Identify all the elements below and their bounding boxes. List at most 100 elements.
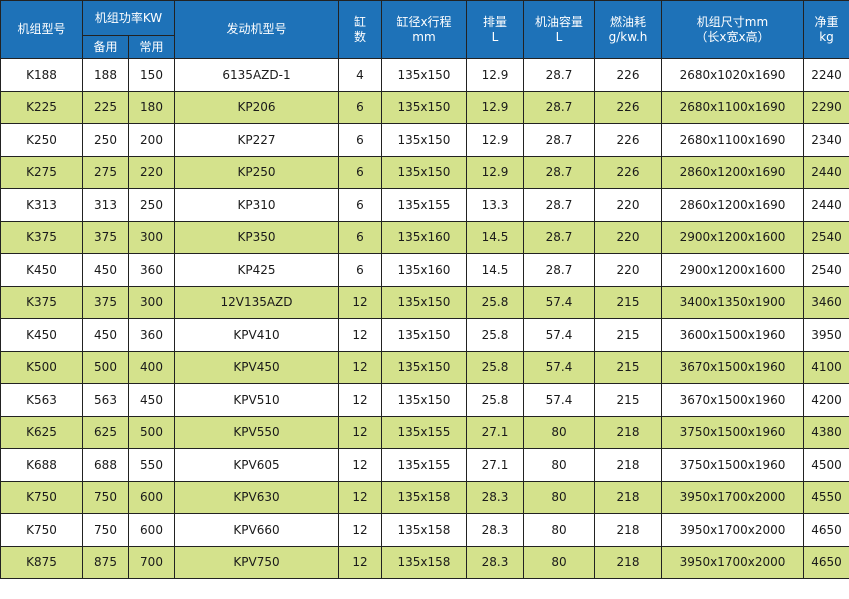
cell-fuel-consumption: 218 [594, 448, 662, 482]
cell-weight: 2440 [803, 188, 849, 222]
cell-fuel-consumption: 226 [594, 90, 662, 124]
header-displacement-line1: 排量 [482, 14, 507, 29]
cell-displacement: 27.1 [466, 448, 524, 482]
cell-cylinders: 12 [338, 285, 382, 319]
cell-bore-stroke: 135x155 [381, 448, 467, 482]
cell-displacement: 12.9 [466, 155, 524, 189]
cell-weight: 4100 [803, 350, 849, 384]
cell-oil-capacity: 57.4 [523, 383, 595, 417]
table-header: 机组型号 机组功率KW 发动机型号 缸 数 缸径x行程 mm 排量 L 机油容量… [0, 0, 849, 59]
header-prime: 常用 [128, 35, 175, 59]
cell-dimensions: 2900x1200x1600 [661, 220, 804, 254]
cell-bore-stroke: 135x155 [381, 188, 467, 222]
cell-prime-kw: 250 [128, 188, 175, 222]
cell-weight: 3950 [803, 318, 849, 352]
cell-cylinders: 6 [338, 90, 382, 124]
cell-standby-kw: 250 [82, 123, 129, 157]
cell-displacement: 27.1 [466, 415, 524, 449]
cell-standby-kw: 375 [82, 285, 129, 319]
cell-cylinders: 12 [338, 513, 382, 547]
header-fuel-consumption-line1: 燃油耗 [609, 14, 646, 29]
cell-displacement: 14.5 [466, 253, 524, 287]
cell-prime-kw: 150 [128, 58, 175, 92]
cell-displacement: 12.9 [466, 58, 524, 92]
cell-fuel-consumption: 220 [594, 220, 662, 254]
cell-model: K375 [0, 220, 83, 254]
cell-engine: KP250 [174, 155, 339, 189]
cell-standby-kw: 625 [82, 415, 129, 449]
cell-model: K563 [0, 383, 83, 417]
cell-standby-kw: 688 [82, 448, 129, 482]
cell-fuel-consumption: 218 [594, 480, 662, 514]
cell-weight: 2290 [803, 90, 849, 124]
cell-dimensions: 3400x1350x1900 [661, 285, 804, 319]
cell-prime-kw: 300 [128, 220, 175, 254]
cell-oil-capacity: 57.4 [523, 285, 595, 319]
header-engine: 发动机型号 [174, 0, 339, 59]
header-cylinders-line1: 缸 [353, 14, 366, 29]
cell-fuel-consumption: 215 [594, 350, 662, 384]
cell-model: K500 [0, 350, 83, 384]
cell-dimensions: 2680x1100x1690 [661, 123, 804, 157]
cell-weight: 4650 [803, 545, 849, 579]
cell-standby-kw: 500 [82, 350, 129, 384]
cell-prime-kw: 600 [128, 513, 175, 547]
cell-standby-kw: 875 [82, 545, 129, 579]
cell-dimensions: 2860x1200x1690 [661, 188, 804, 222]
header-fuel-consumption: 燃油耗 g/kw.h [594, 0, 662, 59]
cell-fuel-consumption: 218 [594, 513, 662, 547]
table-row: K563 563 450 KPV510 12 135x150 25.8 57.4 215 3670… [0, 383, 849, 417]
cell-dimensions: 3950x1700x2000 [661, 545, 804, 579]
cell-cylinders: 12 [338, 350, 382, 384]
cell-cylinders: 12 [338, 318, 382, 352]
cell-cylinders: 6 [338, 123, 382, 157]
cell-cylinders: 4 [338, 58, 382, 92]
cell-fuel-consumption: 226 [594, 58, 662, 92]
table-row: K375 375 300 12V135AZD 12 135x150 25.8 57.4 215 3… [0, 285, 849, 319]
cell-prime-kw: 450 [128, 383, 175, 417]
cell-cylinders: 6 [338, 155, 382, 189]
cell-bore-stroke: 135x150 [381, 350, 467, 384]
header-power-group: 机组功率KW [82, 0, 175, 36]
table-row: K750 750 600 KPV630 12 135x158 28.3 80 218 3950x1… [0, 480, 849, 514]
cell-prime-kw: 550 [128, 448, 175, 482]
cell-engine: KPV750 [174, 545, 339, 579]
table-row: K450 450 360 KP425 6 135x160 14.5 28.7 220 2900x1… [0, 253, 849, 287]
cell-standby-kw: 225 [82, 90, 129, 124]
cell-weight: 4380 [803, 415, 849, 449]
table-row: K875 875 700 KPV750 12 135x158 28.3 80 218 3950x1… [0, 545, 849, 579]
header-dimensions-line1: 机组尺寸mm [696, 14, 769, 29]
cell-oil-capacity: 57.4 [523, 350, 595, 384]
cell-prime-kw: 360 [128, 318, 175, 352]
cell-bore-stroke: 135x150 [381, 90, 467, 124]
cell-model: K275 [0, 155, 83, 189]
cell-dimensions: 2860x1200x1690 [661, 155, 804, 189]
table-row: K750 750 600 KPV660 12 135x158 28.3 80 218 3950x1… [0, 513, 849, 547]
cell-engine: KP310 [174, 188, 339, 222]
header-oil-capacity: 机油容量 L [523, 0, 595, 59]
cell-model: K225 [0, 90, 83, 124]
cell-dimensions: 3750x1500x1960 [661, 415, 804, 449]
cell-cylinders: 12 [338, 480, 382, 514]
cell-fuel-consumption: 220 [594, 253, 662, 287]
cell-displacement: 25.8 [466, 318, 524, 352]
cell-displacement: 12.9 [466, 123, 524, 157]
cell-cylinders: 6 [338, 188, 382, 222]
cell-dimensions: 3600x1500x1960 [661, 318, 804, 352]
header-displacement-line2: L [491, 29, 499, 44]
header-cylinders-line2: 数 [353, 29, 366, 44]
table-row: K275 275 220 KP250 6 135x150 12.9 28.7 226 2860x1… [0, 155, 849, 189]
table-row: K313 313 250 KP310 6 135x155 13.3 28.7 220 2860x1… [0, 188, 849, 222]
header-bore-stroke-line2: mm [412, 29, 436, 44]
cell-engine: 6135AZD-1 [174, 58, 339, 92]
cell-fuel-consumption: 215 [594, 383, 662, 417]
header-oil-capacity-line1: 机油容量 [534, 14, 583, 29]
cell-oil-capacity: 80 [523, 415, 595, 449]
cell-bore-stroke: 135x150 [381, 58, 467, 92]
cell-weight: 4650 [803, 513, 849, 547]
cell-engine: KPV550 [174, 415, 339, 449]
cell-model: K750 [0, 513, 83, 547]
cell-standby-kw: 563 [82, 383, 129, 417]
cell-bore-stroke: 135x150 [381, 155, 467, 189]
cell-standby-kw: 188 [82, 58, 129, 92]
